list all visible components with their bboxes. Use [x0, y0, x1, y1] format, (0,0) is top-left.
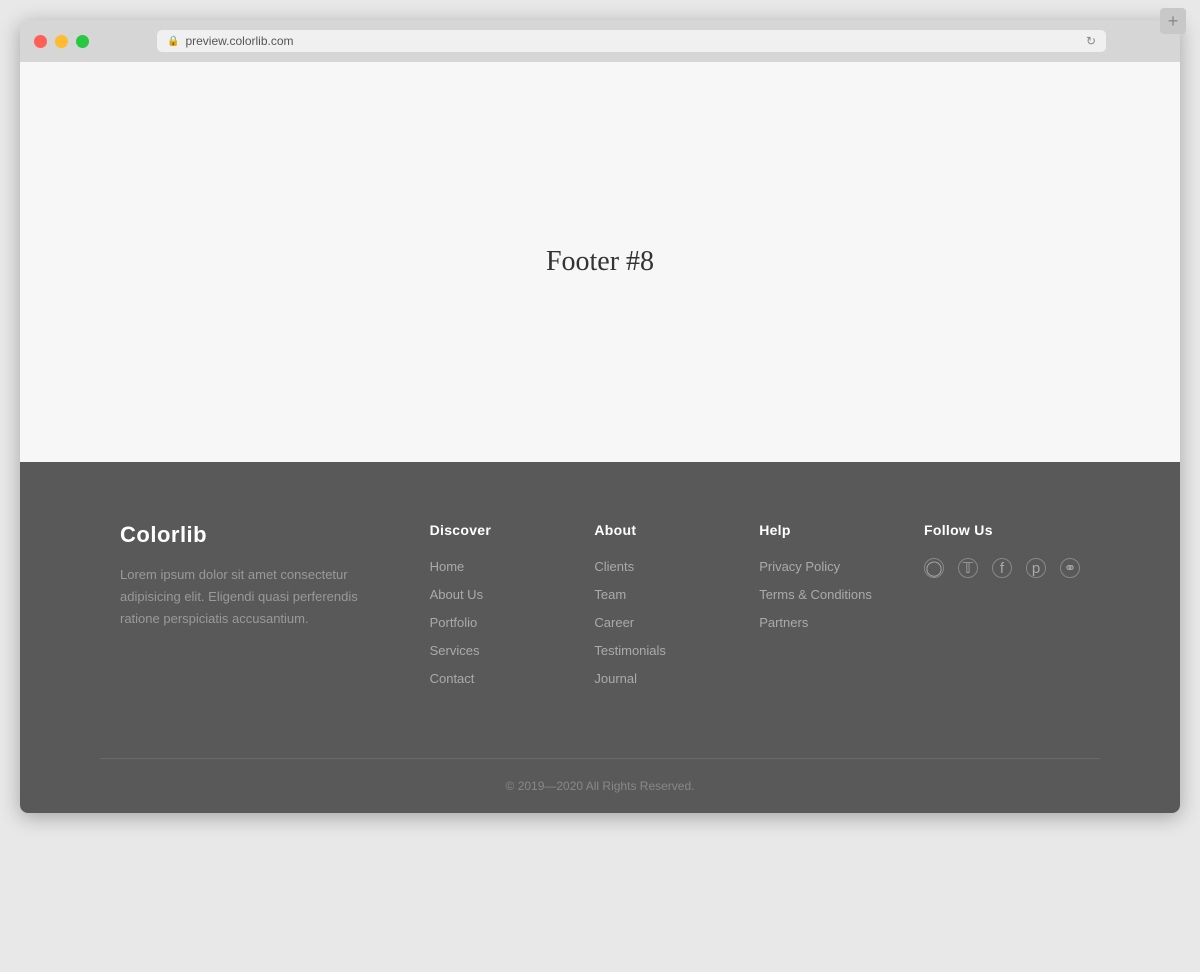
address-bar[interactable]: 🔒 preview.colorlib.com ↻ — [157, 30, 1106, 52]
partners-link[interactable]: Partners — [759, 615, 808, 630]
help-links: Privacy Policy Terms & Conditions Partne… — [759, 558, 884, 632]
journal-link[interactable]: Journal — [594, 671, 637, 686]
browser-window: 🔒 preview.colorlib.com ↻ + Footer #8 Col… — [20, 20, 1180, 813]
clients-link[interactable]: Clients — [594, 559, 634, 574]
list-item: Career — [594, 614, 719, 632]
discover-links: Home About Us Portfolio Services Contact — [430, 558, 555, 688]
footer-inner: Colorlib Lorem ipsum dolor sit amet cons… — [100, 522, 1100, 758]
footer-brand: Colorlib Lorem ipsum dolor sit amet cons… — [120, 522, 390, 698]
dribbble-icon[interactable]: ⚭ — [1060, 558, 1080, 578]
about-us-link[interactable]: About Us — [430, 587, 483, 602]
services-link[interactable]: Services — [430, 643, 480, 658]
help-col-title: Help — [759, 522, 884, 538]
list-item: Contact — [430, 670, 555, 688]
list-item: Clients — [594, 558, 719, 576]
list-item: About Us — [430, 586, 555, 604]
lock-icon: 🔒 — [167, 36, 179, 47]
discover-col-title: Discover — [430, 522, 555, 538]
facebook-icon[interactable]: f — [992, 558, 1012, 578]
list-item: Privacy Policy — [759, 558, 884, 576]
footer-col-discover: Discover Home About Us Portfolio Service… — [430, 522, 555, 698]
footer-copyright: © 2019—2020 All Rights Reserved. — [20, 759, 1180, 813]
testimonials-link[interactable]: Testimonials — [594, 643, 666, 658]
new-tab-button[interactable]: + — [1160, 20, 1180, 34]
list-item: Services — [430, 642, 555, 660]
portfolio-link[interactable]: Portfolio — [430, 615, 478, 630]
url-text: preview.colorlib.com — [185, 34, 293, 48]
twitter-icon[interactable]: 𝕋 — [958, 558, 978, 578]
refresh-icon[interactable]: ↻ — [1086, 34, 1096, 48]
list-item: Home — [430, 558, 555, 576]
list-item: Journal — [594, 670, 719, 688]
contact-link[interactable]: Contact — [430, 671, 475, 686]
minimize-button[interactable] — [55, 35, 68, 48]
instagram-icon[interactable]: ◯ — [924, 558, 944, 578]
page-title: Footer #8 — [546, 246, 654, 278]
home-link[interactable]: Home — [430, 559, 465, 574]
list-item: Team — [594, 586, 719, 604]
footer-col-follow: Follow Us ◯ 𝕋 f p ⚭ — [924, 522, 1080, 698]
career-link[interactable]: Career — [594, 615, 634, 630]
brand-description: Lorem ipsum dolor sit amet consectetur a… — [120, 564, 370, 630]
close-button[interactable] — [34, 35, 47, 48]
about-col-title: About — [594, 522, 719, 538]
browser-titlebar: 🔒 preview.colorlib.com ↻ + — [20, 20, 1180, 62]
pinterest-icon[interactable]: p — [1026, 558, 1046, 578]
terms-conditions-link[interactable]: Terms & Conditions — [759, 587, 872, 602]
team-link[interactable]: Team — [594, 587, 626, 602]
list-item: Testimonials — [594, 642, 719, 660]
page-content: Footer #8 — [20, 62, 1180, 462]
list-item: Partners — [759, 614, 884, 632]
list-item: Terms & Conditions — [759, 586, 884, 604]
brand-name: Colorlib — [120, 522, 370, 548]
footer: Colorlib Lorem ipsum dolor sit amet cons… — [20, 462, 1180, 813]
about-links: Clients Team Career Testimonials Journal — [594, 558, 719, 688]
privacy-policy-link[interactable]: Privacy Policy — [759, 559, 840, 574]
footer-col-about: About Clients Team Career Testimonials J… — [594, 522, 719, 698]
footer-col-help: Help Privacy Policy Terms & Conditions P… — [759, 522, 884, 698]
social-icons: ◯ 𝕋 f p ⚭ — [924, 558, 1080, 578]
maximize-button[interactable] — [76, 35, 89, 48]
list-item: Portfolio — [430, 614, 555, 632]
follow-col-title: Follow Us — [924, 522, 1080, 538]
